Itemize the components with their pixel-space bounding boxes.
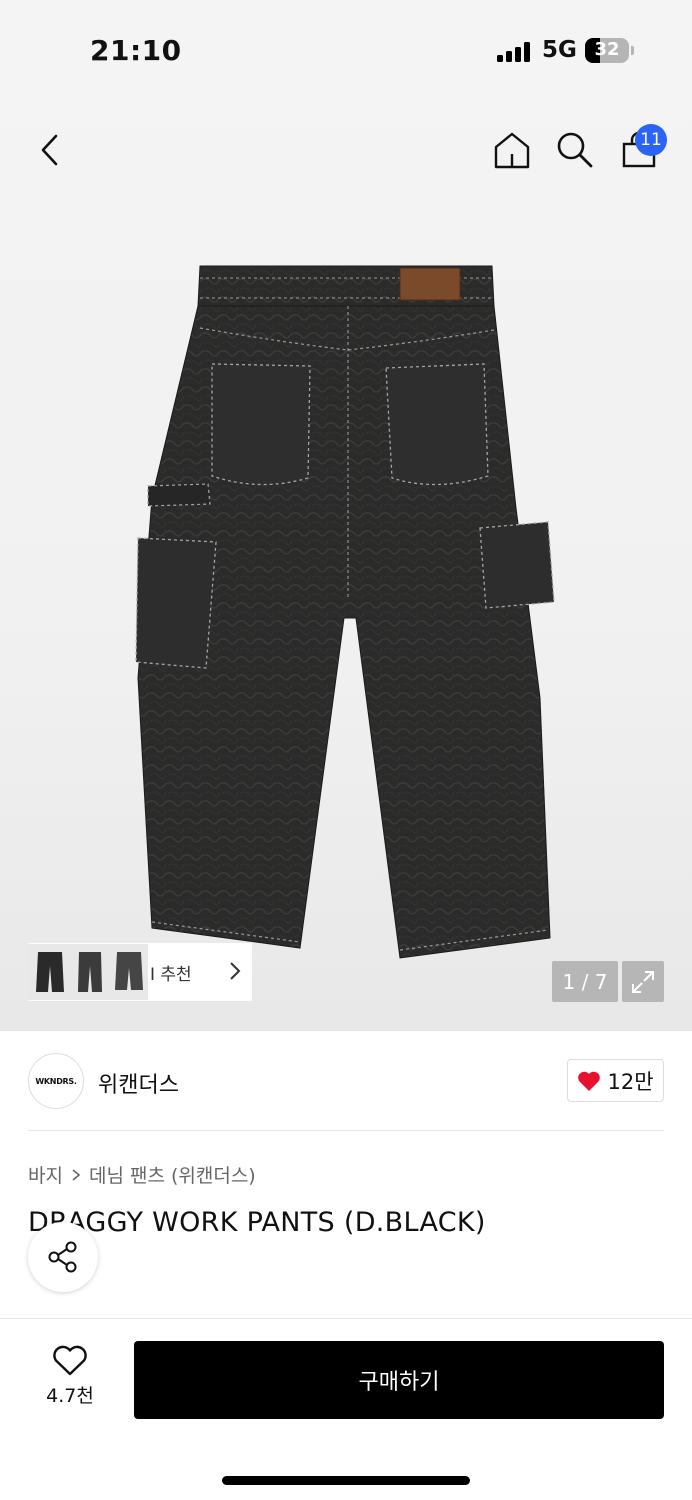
status-time: 21:10 <box>90 34 182 67</box>
search-icon <box>557 132 593 168</box>
home-indicator <box>222 1476 470 1485</box>
product-title: DRAGGY WORK PANTS (D.BLACK) <box>28 1207 486 1238</box>
brand-like-button[interactable]: 12만 <box>567 1059 664 1102</box>
chevron-left-icon <box>41 134 58 166</box>
battery-level: 32 <box>594 39 620 60</box>
battery-cap <box>631 46 634 55</box>
buy-button[interactable]: 구매하기 <box>134 1341 664 1419</box>
brand-row[interactable]: WKNDRS. 위캔더스 12만 <box>0 1031 692 1131</box>
share-button[interactable] <box>28 1222 98 1292</box>
wishlist-button[interactable]: 4.7천 <box>28 1345 112 1415</box>
fullscreen-button[interactable] <box>622 961 664 1002</box>
back-button[interactable] <box>26 126 74 174</box>
battery-icon: 32 <box>585 38 629 63</box>
bottom-bar-divider <box>0 1318 692 1319</box>
chevron-right-icon <box>72 1168 81 1181</box>
ai-recommendation-card[interactable]: I 추천 <box>28 943 252 1001</box>
heart-filled-icon <box>578 1071 601 1091</box>
brand-name[interactable]: 위캔더스 <box>98 1067 179 1099</box>
thumbnail-pants <box>110 944 148 1000</box>
image-counter: 1 / 7 <box>552 961 618 1002</box>
wishlist-count: 4.7천 <box>46 1385 94 1407</box>
breadcrumb-item[interactable]: 데님 팬츠 (위캔더스) <box>89 1161 256 1188</box>
home-button[interactable] <box>488 126 536 174</box>
signal-icon <box>497 42 533 62</box>
breadcrumb-item[interactable]: 바지 <box>28 1161 63 1188</box>
cart-count-badge: 11 <box>635 124 667 156</box>
status-bar: 21:10 5G 32 <box>0 0 692 100</box>
brand-logo[interactable]: WKNDRS. <box>28 1053 84 1109</box>
search-button[interactable] <box>551 126 599 174</box>
brand-like-count: 12만 <box>607 1069 654 1094</box>
network-type: 5G <box>542 37 577 63</box>
ai-recommendation-label: I 추천 <box>150 964 192 985</box>
ai-thumbnails <box>28 944 148 1000</box>
product-gallery[interactable]: 21:10 5G 32 11 I 추천 1 / 7 <box>0 0 692 1031</box>
heart-outline-icon <box>53 1345 87 1376</box>
thumbnail-pants <box>31 944 69 1000</box>
top-nav <box>0 110 692 190</box>
home-icon <box>494 132 530 169</box>
chevron-right-icon <box>230 962 241 980</box>
divider <box>28 1130 664 1131</box>
thumbnail-pants <box>71 944 109 1000</box>
product-photo <box>135 265 555 959</box>
breadcrumb: 바지 데님 팬츠 (위캔더스) <box>28 1161 256 1188</box>
share-icon <box>48 1241 77 1273</box>
expand-icon <box>632 970 654 993</box>
